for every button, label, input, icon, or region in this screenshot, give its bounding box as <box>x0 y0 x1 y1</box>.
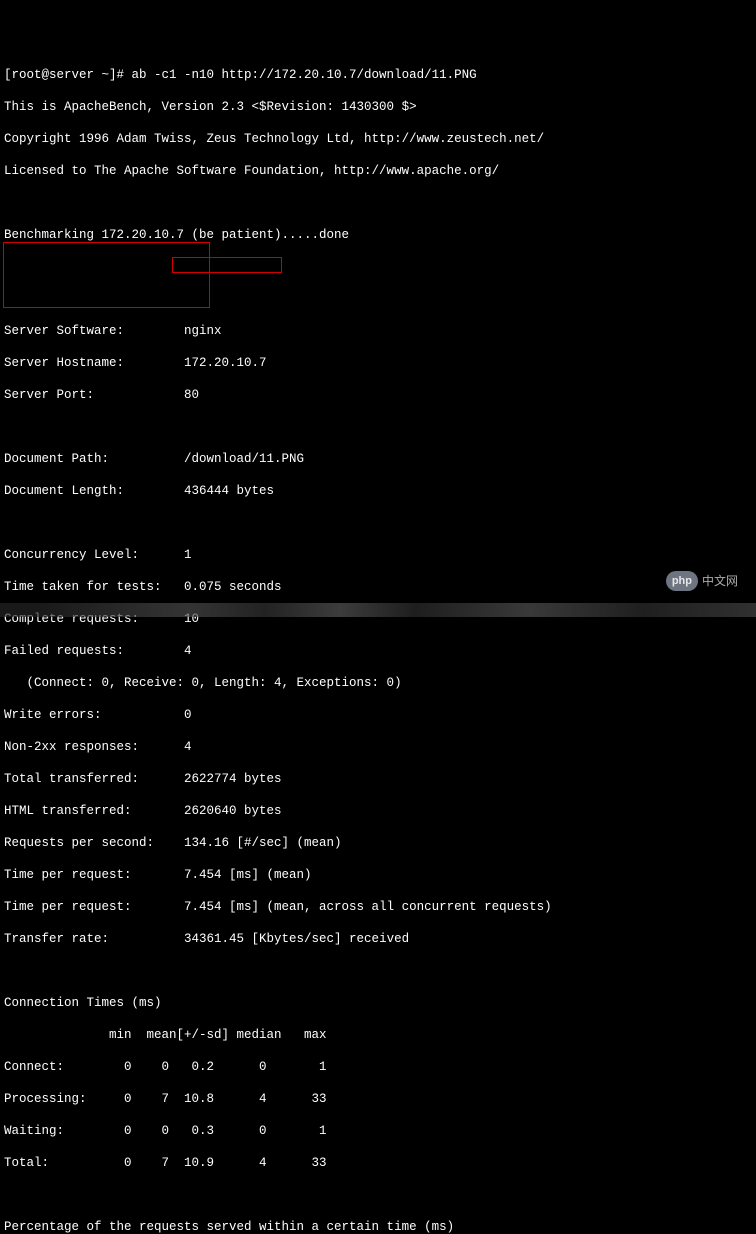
watermark-badge: php <box>666 571 698 591</box>
blank <box>4 515 752 531</box>
total-transferred: Total transferred: 2622774 bytes <box>4 771 752 787</box>
percentage-title: Percentage of the requests served within… <box>4 1219 752 1234</box>
blank <box>4 419 752 435</box>
conn-waiting: Waiting: 0 0 0.3 0 1 <box>4 1123 752 1139</box>
time-per-request-2: Time per request: 7.454 [ms] (mean, acro… <box>4 899 752 915</box>
conn-processing: Processing: 0 7 10.8 4 33 <box>4 1091 752 1107</box>
document-length: Document Length: 436444 bytes <box>4 483 752 499</box>
transfer-rate: Transfer rate: 34361.45 [Kbytes/sec] rec… <box>4 931 752 947</box>
time-taken: Time taken for tests: 0.075 seconds <box>4 579 752 595</box>
blank <box>4 1187 752 1203</box>
server-software: Server Software: nginx <box>4 323 752 339</box>
write-errors: Write errors: 0 <box>4 707 752 723</box>
connection-times-header: min mean[+/-sd] median max <box>4 1027 752 1043</box>
requests-per-second: Requests per second: 134.16 [#/sec] (mea… <box>4 835 752 851</box>
benchmarking-line: Benchmarking 172.20.10.7 (be patient)...… <box>4 227 752 243</box>
header-line1: This is ApacheBench, Version 2.3 <$Revis… <box>4 99 752 115</box>
header-line3: Licensed to The Apache Software Foundati… <box>4 163 752 179</box>
failed-detail: (Connect: 0, Receive: 0, Length: 4, Exce… <box>4 675 752 691</box>
blank <box>4 195 752 211</box>
connection-times-title: Connection Times (ms) <box>4 995 752 1011</box>
document-path: Document Path: /download/11.PNG <box>4 451 752 467</box>
blank <box>4 291 752 307</box>
concurrency-level: Concurrency Level: 1 <box>4 547 752 563</box>
blank <box>4 259 752 275</box>
conn-total: Total: 0 7 10.9 4 33 <box>4 1155 752 1171</box>
time-per-request-1: Time per request: 7.454 [ms] (mean) <box>4 867 752 883</box>
watermark: php 中文网 <box>666 571 738 591</box>
failed-requests: Failed requests: 4 <box>4 643 752 659</box>
blank <box>4 963 752 979</box>
conn-connect: Connect: 0 0 0.2 0 1 <box>4 1059 752 1075</box>
header-line2: Copyright 1996 Adam Twiss, Zeus Technolo… <box>4 131 752 147</box>
server-port: Server Port: 80 <box>4 387 752 403</box>
command-line: [root@server ~]# ab -c1 -n10 http://172.… <box>4 67 752 83</box>
server-hostname: Server Hostname: 172.20.10.7 <box>4 355 752 371</box>
html-transferred: HTML transferred: 2620640 bytes <box>4 803 752 819</box>
watermark-text: 中文网 <box>702 573 738 589</box>
bottom-smudge <box>0 603 756 617</box>
non-2xx: Non-2xx responses: 4 <box>4 739 752 755</box>
